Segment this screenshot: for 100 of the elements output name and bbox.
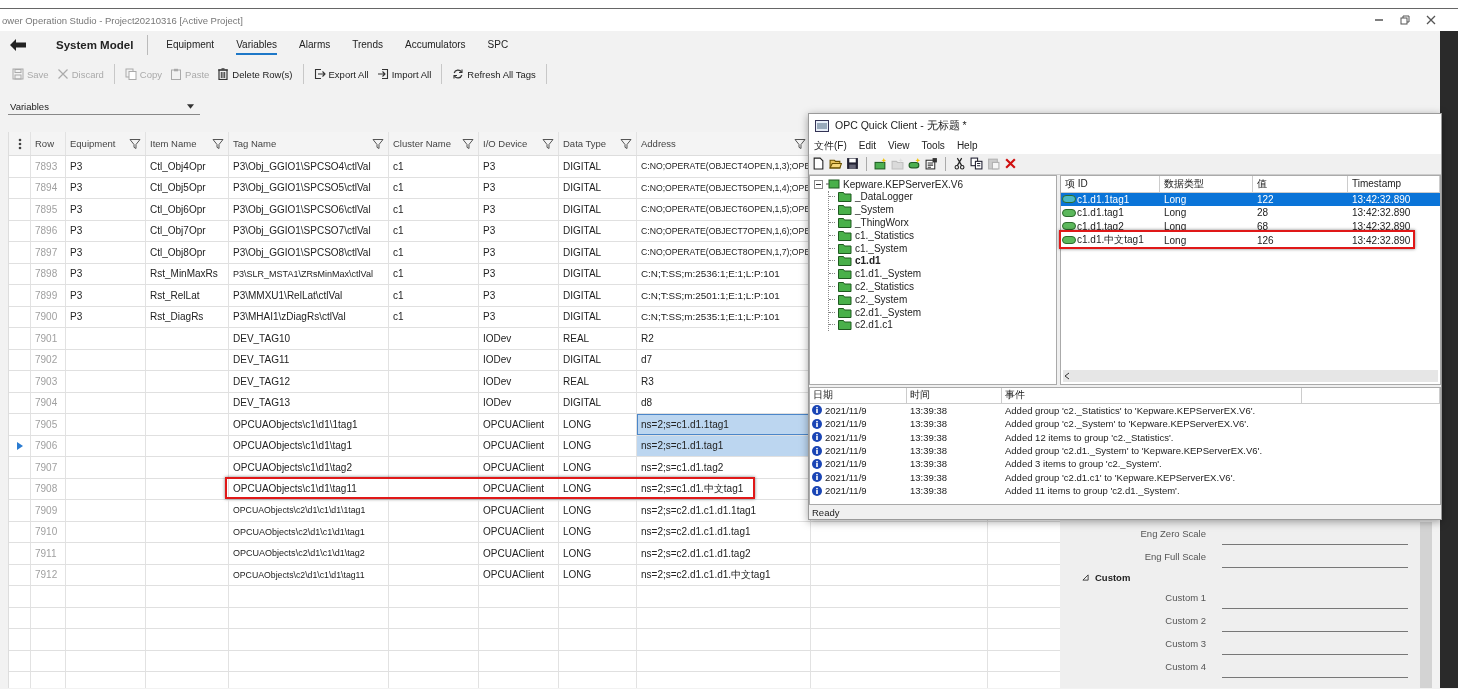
menu-item[interactable]: Tools <box>921 140 945 152</box>
dropdown[interactable]: Variables <box>8 101 200 115</box>
list-row[interactable]: c1.d1.tag1 Long 28 13:42:32.890 <box>1061 206 1440 220</box>
field-label: Custom 2 <box>1165 615 1206 626</box>
column-menu-icon[interactable] <box>17 137 22 150</box>
tree-item[interactable]: Kepware.KEPServerEX.V6 <box>843 178 964 190</box>
list-row[interactable]: c1.d1.tag2 Long 68 13:42:32.890 <box>1061 219 1440 234</box>
column-header[interactable]: 日期 <box>810 387 907 403</box>
table-cell: 7899 <box>31 285 66 306</box>
menu-item[interactable]: Help <box>956 140 978 152</box>
collapse-icon[interactable] <box>814 179 823 189</box>
nav-tab[interactable]: Alarms <box>299 35 331 55</box>
column-header[interactable]: Equipment <box>66 132 146 155</box>
tree-item[interactable]: c1._Statistics <box>855 229 914 241</box>
info-icon <box>812 418 822 429</box>
filter-icon[interactable] <box>794 137 806 150</box>
tree-item[interactable]: c1.d1 <box>855 255 881 267</box>
filter-icon[interactable] <box>620 137 632 150</box>
folder-icon <box>838 204 852 216</box>
delete-button[interactable]: Delete Row(s) <box>217 68 293 80</box>
column-header[interactable]: Row <box>31 132 66 155</box>
menu-item[interactable]: 文件(F) <box>814 138 847 153</box>
table-cell: LONG <box>559 564 637 585</box>
item-id: c1.d1.1tag1 <box>1077 193 1130 205</box>
table-cell: OPCUAClient <box>479 457 559 478</box>
window-title: OPC Quick Client - 无标题 * <box>835 118 967 133</box>
column-header[interactable]: Data Type <box>559 132 637 155</box>
open-folder-icon[interactable] <box>829 157 842 171</box>
column-header[interactable]: 时间 <box>907 387 1002 403</box>
properties-icon[interactable] <box>925 157 938 171</box>
refresh-button[interactable]: Refresh All Tags <box>452 68 536 80</box>
table-cell: DIGITAL <box>559 392 637 413</box>
table-cell: 7894 <box>31 177 66 198</box>
restore-icon[interactable] <box>1400 15 1410 25</box>
table-cell: DEV_TAG13 <box>229 392 389 413</box>
nav-tab[interactable]: Accumulators <box>405 35 466 55</box>
new-document-icon[interactable] <box>812 157 825 171</box>
close-icon[interactable] <box>1426 15 1436 25</box>
tag-plus-icon[interactable] <box>908 157 921 171</box>
table-cell: P3\Obj_GGIO1\SPCSO5\ctlVal <box>229 177 389 198</box>
log-time: 13:39:38 <box>909 445 948 456</box>
nav-tab[interactable]: Equipment <box>166 35 215 55</box>
column-header[interactable]: Tag Name <box>229 132 389 155</box>
section-header[interactable]: Custom <box>1060 568 1420 586</box>
column-header[interactable]: 值 <box>1253 175 1348 192</box>
table-cell: OPCUAObjects\c2\d1\c1\d1\tag11 <box>229 564 389 585</box>
back-arrow-icon[interactable] <box>10 39 26 51</box>
tree-item[interactable]: c1.d1._System <box>855 268 922 280</box>
import-icon <box>376 68 389 80</box>
filter-icon[interactable] <box>212 137 224 150</box>
x-icon <box>56 68 69 80</box>
list-row[interactable]: c1.d1.中文tag1 Long 126 13:42:32.890 <box>1061 233 1440 247</box>
tree-item[interactable]: _DataLogger <box>855 191 913 203</box>
menu-item[interactable]: Edit <box>858 140 876 152</box>
column-header[interactable]: 事件 <box>1002 387 1302 403</box>
table-cell: P3 <box>479 306 559 327</box>
tree-item[interactable]: c1._System <box>855 242 908 254</box>
column-header[interactable]: Timestamp <box>1348 175 1440 192</box>
scroll-left-icon[interactable] <box>1063 371 1071 380</box>
sparkle-folder-icon[interactable] <box>874 157 887 171</box>
delete-x-icon[interactable] <box>1004 157 1017 171</box>
filter-icon[interactable] <box>129 137 141 150</box>
table-cell: P3 <box>479 285 559 306</box>
column-header[interactable]: I/O Device <box>479 132 559 155</box>
log-event: Added 3 items to group 'c2._System'. <box>1004 458 1163 470</box>
column-header[interactable]: 数据类型 <box>1160 175 1253 192</box>
copy-icon[interactable] <box>970 157 983 171</box>
tag-icon <box>1062 195 1076 204</box>
table-cell: DIGITAL <box>559 263 637 284</box>
log-date: 2021/11/9 <box>825 431 867 443</box>
column-header[interactable]: Cluster Name <box>389 132 479 155</box>
table-cell: IODev <box>479 349 559 370</box>
tree-item[interactable]: _ThingWorx <box>855 217 909 228</box>
export-button[interactable]: Export All <box>313 68 369 80</box>
filter-icon[interactable] <box>372 137 384 150</box>
tree-item[interactable]: c2._Statistics <box>855 280 914 292</box>
column-header[interactable]: Item Name <box>146 132 229 155</box>
tree-item[interactable]: c2.d1.c1 <box>855 319 893 331</box>
menu-item[interactable]: View <box>888 140 910 152</box>
tree-item[interactable]: _System <box>855 204 894 216</box>
table-cell: P3 <box>66 263 146 284</box>
table-cell: P3\Obj_GGIO1\SPCSO8\ctlVal <box>229 242 389 263</box>
scrollbar[interactable] <box>1420 522 1432 688</box>
column-header[interactable]: 项 ID <box>1061 175 1160 192</box>
nav-tab[interactable]: Trends <box>352 35 383 55</box>
filter-icon[interactable] <box>462 137 474 150</box>
table-cell: Ctl_Obj4Opr <box>146 156 229 177</box>
import-button[interactable]: Import All <box>376 68 432 80</box>
table-cell: 7903 <box>31 371 66 392</box>
tree-item[interactable]: c2._System <box>855 293 908 305</box>
scissors-icon[interactable] <box>953 157 966 171</box>
table-cell: c1 <box>389 306 479 327</box>
item-id: c1.d1.tag1 <box>1077 207 1124 219</box>
collapse-triangle-icon[interactable] <box>1082 573 1089 581</box>
nav-tab[interactable]: SPC <box>487 35 509 55</box>
filter-icon[interactable] <box>542 137 554 150</box>
item-value: 122 <box>1256 193 1275 205</box>
scrollbar[interactable] <box>1063 369 1438 382</box>
tree-item[interactable]: c2.d1._System <box>855 306 922 318</box>
nav-tab[interactable]: Variables <box>236 35 278 55</box>
